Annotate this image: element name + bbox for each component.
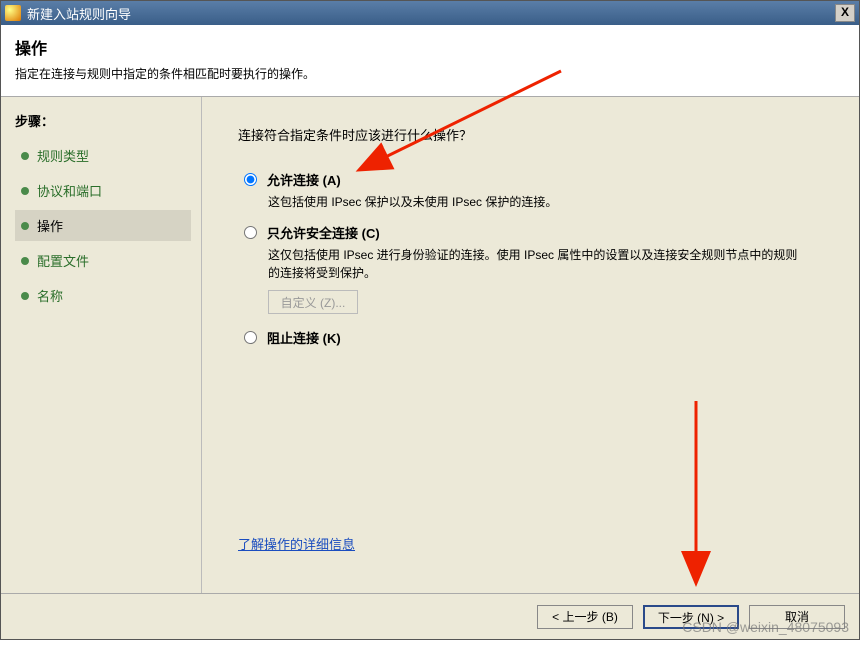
bullet-icon: [21, 222, 29, 230]
bullet-icon: [21, 152, 29, 160]
app-icon: [5, 5, 21, 21]
radio-block[interactable]: 阻止连接 (K): [244, 328, 829, 347]
back-button[interactable]: < 上一步 (B): [537, 605, 633, 629]
radio-secure-input[interactable]: [244, 226, 257, 239]
action-radio-group: 允许连接 (A) 这包括使用 IPsec 保护以及未使用 IPsec 保护的连接…: [244, 170, 829, 359]
cancel-button[interactable]: 取消: [749, 605, 845, 629]
radio-secure-label: 只允许安全连接 (C): [267, 223, 380, 242]
radio-allow-label: 允许连接 (A): [267, 170, 341, 189]
radio-block-label: 阻止连接 (K): [267, 328, 341, 347]
prompt-text: 连接符合指定条件时应该进行什么操作？: [238, 125, 829, 144]
next-button[interactable]: 下一步 (N) >: [643, 605, 739, 629]
bullet-icon: [21, 257, 29, 265]
learn-more-link[interactable]: 了解操作的详细信息: [238, 534, 829, 553]
step-profile[interactable]: 配置文件: [15, 245, 191, 276]
bullet-icon: [21, 292, 29, 300]
option-allow: 允许连接 (A) 这包括使用 IPsec 保护以及未使用 IPsec 保护的连接…: [244, 170, 829, 211]
customize-button: 自定义 (Z)...: [268, 290, 358, 314]
step-label: 规则类型: [37, 146, 89, 165]
step-label: 操作: [37, 216, 63, 235]
step-name[interactable]: 名称: [15, 280, 191, 311]
close-button[interactable]: X: [835, 4, 855, 22]
bullet-icon: [21, 187, 29, 195]
page-title: 操作: [15, 35, 845, 59]
step-label: 协议和端口: [37, 181, 102, 200]
step-protocol-port[interactable]: 协议和端口: [15, 175, 191, 206]
radio-block-input[interactable]: [244, 331, 257, 344]
wizard-header: 操作 指定在连接与规则中指定的条件相匹配时要执行的操作。: [1, 25, 859, 97]
option-block: 阻止连接 (K): [244, 328, 829, 347]
step-rule-type[interactable]: 规则类型: [15, 140, 191, 171]
page-description: 指定在连接与规则中指定的条件相匹配时要执行的操作。: [15, 65, 845, 82]
steps-sidebar: 步骤： 规则类型 协议和端口 操作 配置文件 名称: [1, 97, 201, 593]
step-action[interactable]: 操作: [15, 210, 191, 241]
radio-allow-input[interactable]: [244, 173, 257, 186]
radio-allow-desc: 这包括使用 IPsec 保护以及未使用 IPsec 保护的连接。: [268, 193, 808, 211]
radio-allow[interactable]: 允许连接 (A): [244, 170, 829, 189]
radio-secure-desc: 这仅包括使用 IPsec 进行身份验证的连接。使用 IPsec 属性中的设置以及…: [268, 246, 808, 282]
wizard-window: 新建入站规则向导 X 操作 指定在连接与规则中指定的条件相匹配时要执行的操作。 …: [0, 0, 860, 640]
step-label: 名称: [37, 286, 63, 305]
wizard-body: 步骤： 规则类型 协议和端口 操作 配置文件 名称: [1, 97, 859, 593]
wizard-footer: < 上一步 (B) 下一步 (N) > 取消: [1, 593, 859, 639]
radio-secure[interactable]: 只允许安全连接 (C): [244, 223, 829, 242]
steps-heading: 步骤：: [15, 111, 191, 130]
wizard-main: 连接符合指定条件时应该进行什么操作？ 允许连接 (A) 这包括使用 IPsec …: [201, 97, 859, 593]
titlebar: 新建入站规则向导 X: [1, 1, 859, 25]
window-title: 新建入站规则向导: [27, 4, 835, 23]
step-label: 配置文件: [37, 251, 89, 270]
option-secure: 只允许安全连接 (C) 这仅包括使用 IPsec 进行身份验证的连接。使用 IP…: [244, 223, 829, 314]
